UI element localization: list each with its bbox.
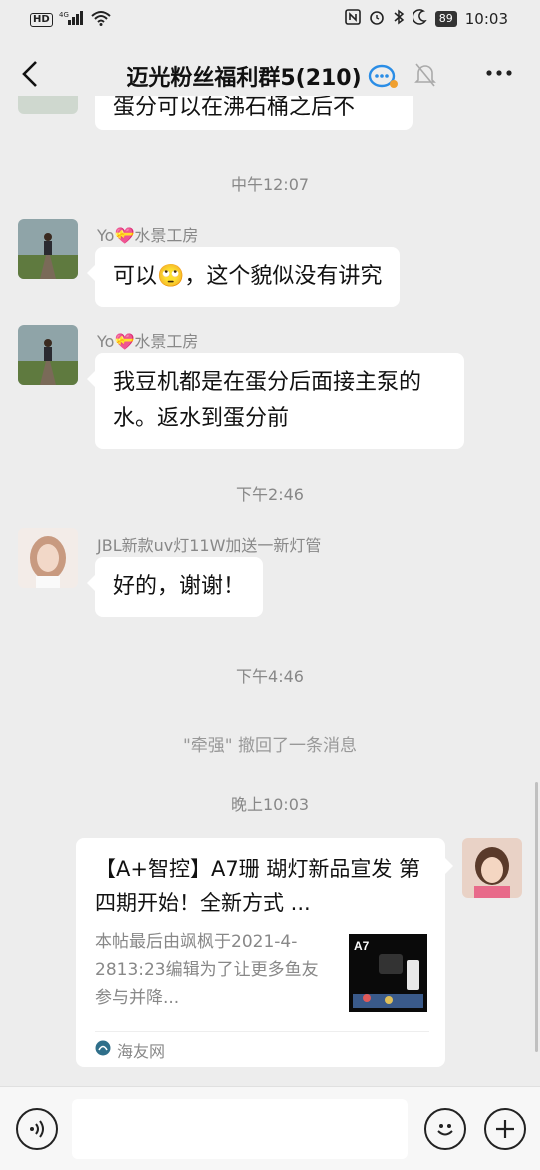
my-avatar[interactable] (462, 838, 522, 898)
emoji-button[interactable] (424, 1108, 466, 1150)
input-bar (0, 1086, 540, 1170)
message-text: 可以🙄，这个貌似没有讲究 (113, 264, 383, 289)
message-text: 蛋分可以在沸石桶之后不 (113, 96, 356, 120)
voice-button[interactable] (16, 1108, 58, 1150)
moon-icon (411, 9, 427, 29)
signal-icon: 4G (59, 10, 85, 30)
avatar-image-icon (18, 325, 78, 385)
sender-name: JBL新款uv灯11W加送一新灯管 (97, 536, 322, 555)
timestamp: 下午4:46 (236, 667, 304, 686)
wifi-icon (91, 10, 111, 30)
avatar-image-icon (18, 528, 78, 588)
card-source-name: 海友网 (117, 1042, 166, 1061)
plus-icon (496, 1120, 514, 1138)
battery-indicator: 89 (434, 11, 457, 27)
hd-badge: HD (30, 13, 53, 27)
message-text: 好的，谢谢！ (113, 574, 246, 599)
timestamp: 中午12:07 (230, 175, 310, 194)
message-bubble[interactable]: 好的，谢谢！ (86, 557, 264, 617)
clock: 10:03 (464, 10, 508, 28)
svg-text:A7: A7 (354, 939, 370, 953)
emoji-icon (437, 1124, 453, 1136)
voice-icon (30, 1120, 44, 1138)
timestamp: 晚上10:03 (230, 795, 310, 814)
avatar-image-icon (462, 838, 522, 898)
status-bar: HD 4G 89 10:03 (0, 0, 540, 38)
alarm-icon (369, 9, 385, 29)
chat-title-text: 迈光粉丝福利群5(210) (126, 66, 362, 91)
sender-name: Yo💝水景工房 (97, 332, 199, 351)
timestamp: 下午2:46 (236, 485, 304, 504)
message-bubble[interactable]: 可以🙄，这个貌似没有讲究 (86, 247, 401, 307)
status-right: 89 10:03 (344, 9, 508, 29)
chat-area[interactable]: 蛋分可以在沸石桶之后不 中午12:07 Yo💝水景工房 可以🙄，这个貌似没有讲究… (0, 96, 540, 1086)
divider (95, 1031, 429, 1032)
avatar[interactable] (18, 219, 78, 279)
source-logo-icon (95, 1040, 111, 1060)
card-source: 海友网 (95, 1038, 165, 1062)
link-card[interactable]: 【A+智控】A7珊 瑚灯新品宣发 第四期开始！全新方式 ... 本帖最后由飒枫于… (76, 838, 453, 1067)
avatar[interactable] (18, 325, 78, 385)
card-thumbnail: A7 (349, 934, 427, 1012)
message-bubble[interactable]: 蛋分可以在沸石桶之后不 (95, 96, 413, 130)
title-icons (368, 62, 436, 96)
more-dots-icon (486, 70, 512, 76)
avatar[interactable] (18, 528, 78, 588)
chat-bubble-icon (368, 62, 400, 96)
avatar[interactable] (18, 96, 78, 114)
bluetooth-icon (393, 9, 405, 29)
card-description: 本帖最后由飒枫于2021-4-2813:23编辑为了让更多鱼友参与并降... (95, 932, 319, 1008)
nfc-icon (344, 9, 361, 29)
scrollbar[interactable] (535, 782, 538, 1052)
avatar-image-icon (18, 219, 78, 279)
more-button[interactable] (484, 58, 514, 95)
message-bubble[interactable]: 我豆机都是在蛋分后面接主泵的水。返水到蛋分前 (87, 353, 464, 449)
chat-title: 迈光粉丝福利群5(210) (0, 60, 540, 92)
svg-text:4G: 4G (59, 11, 69, 19)
recall-notice: "牵强" 撤回了一条消息 (182, 736, 358, 756)
message-text: 我豆机都是在蛋分后面接主泵的水。返水到蛋分前 (113, 370, 422, 431)
message-input[interactable] (72, 1099, 408, 1159)
add-button[interactable] (484, 1108, 526, 1150)
sender-name: Yo💝水景工房 (97, 226, 199, 245)
card-title: 【A+智控】A7珊 瑚灯新品宣发 第四期开始！全新方式 ... (95, 857, 421, 915)
mute-bell-icon (414, 62, 436, 96)
status-left: HD 4G (30, 10, 111, 30)
